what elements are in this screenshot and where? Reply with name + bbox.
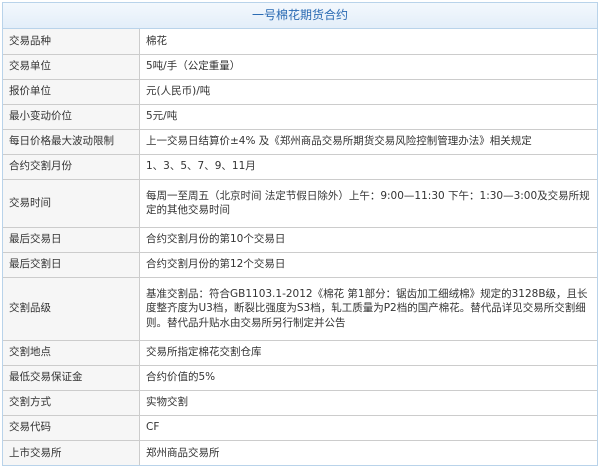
table-row: 合约交割月份 1、3、5、7、9、11月 (3, 153, 597, 180)
table-row: 最低交易保证金 合约价值的5% (3, 364, 597, 391)
table-row: 交易代码 CF (3, 414, 597, 441)
table-row: 交易单位 5吨/手（公定重量） (3, 53, 597, 80)
row-value: CF (139, 414, 597, 441)
row-value: 实物交割 (139, 389, 597, 416)
row-value: 郑州商品交易所 (139, 439, 597, 465)
row-value: 基准交割品：符合GB1103.1-2012《棉花 第1部分：锯齿加工细绒棉》规定… (139, 276, 597, 341)
row-label: 每日价格最大波动限制 (3, 128, 140, 155)
row-value: 上一交易日结算价±4% 及《郑州商品交易所期货交易风险控制管理办法》相关规定 (139, 128, 597, 155)
row-value: 元(人民币)/吨 (139, 78, 597, 105)
row-label: 最低交易保证金 (3, 364, 140, 391)
table-row: 最后交易日 合约交割月份的第10个交易日 (3, 226, 597, 253)
row-value: 合约交割月份的第10个交易日 (139, 226, 597, 253)
row-label: 交割地点 (3, 339, 140, 366)
row-label: 交割方式 (3, 389, 140, 416)
row-label: 最后交割日 (3, 251, 140, 278)
row-value: 合约价值的5% (139, 364, 597, 391)
table-row: 每日价格最大波动限制 上一交易日结算价±4% 及《郑州商品交易所期货交易风险控制… (3, 128, 597, 155)
row-label: 交易单位 (3, 53, 140, 80)
row-value: 棉花 (139, 29, 597, 55)
row-value: 每周一至周五（北京时间 法定节假日除外）上午：9:00—11:30 下午：1:3… (139, 178, 597, 228)
contract-spec-table: 一号棉花期货合约 交易品种 棉花 交易单位 5吨/手（公定重量） 报价单位 元(… (2, 2, 598, 466)
row-label: 交割品级 (3, 276, 140, 341)
row-value: 5元/吨 (139, 103, 597, 130)
row-value: 合约交割月份的第12个交易日 (139, 251, 597, 278)
row-value: 交易所指定棉花交割仓库 (139, 339, 597, 366)
row-value: 1、3、5、7、9、11月 (139, 153, 597, 180)
table-row: 交割地点 交易所指定棉花交割仓库 (3, 339, 597, 366)
row-label: 合约交割月份 (3, 153, 140, 180)
row-label: 报价单位 (3, 78, 140, 105)
table-row: 最小变动价位 5元/吨 (3, 103, 597, 130)
row-label: 最后交易日 (3, 226, 140, 253)
row-label: 最小变动价位 (3, 103, 140, 130)
row-label: 交易品种 (3, 29, 140, 55)
row-label: 交易代码 (3, 414, 140, 441)
table-row: 交易时间 每周一至周五（北京时间 法定节假日除外）上午：9:00—11:30 下… (3, 178, 597, 228)
row-label: 交易时间 (3, 178, 140, 228)
table-row: 报价单位 元(人民币)/吨 (3, 78, 597, 105)
table-row: 交割品级 基准交割品：符合GB1103.1-2012《棉花 第1部分：锯齿加工细… (3, 276, 597, 341)
table-row: 最后交割日 合约交割月份的第12个交易日 (3, 251, 597, 278)
table-row: 交割方式 实物交割 (3, 389, 597, 416)
table-row: 交易品种 棉花 (3, 29, 597, 55)
row-value: 5吨/手（公定重量） (139, 53, 597, 80)
contract-title: 一号棉花期货合约 (3, 3, 597, 29)
row-label: 上市交易所 (3, 439, 140, 465)
spec-table: 交易品种 棉花 交易单位 5吨/手（公定重量） 报价单位 元(人民币)/吨 最小… (3, 29, 597, 465)
table-row: 上市交易所 郑州商品交易所 (3, 439, 597, 465)
